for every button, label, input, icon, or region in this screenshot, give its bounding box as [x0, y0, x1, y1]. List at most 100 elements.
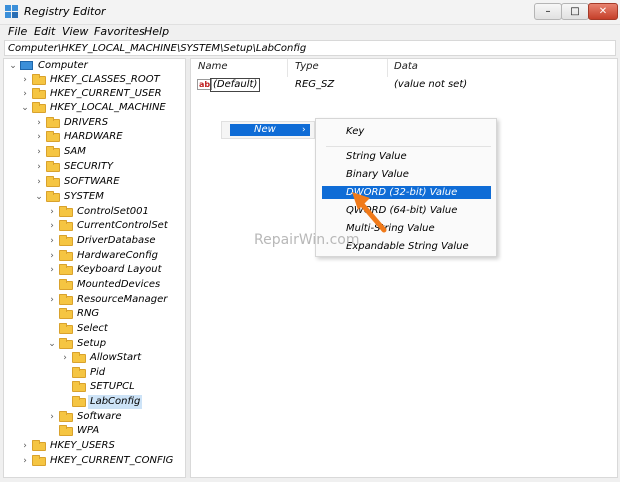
- maximize-button[interactable]: □: [561, 3, 589, 20]
- address-bar[interactable]: Computer\HKEY_LOCAL_MACHINE\SYSTEM\Setup…: [4, 40, 616, 56]
- folder-icon: [59, 338, 73, 349]
- chevron-down-icon[interactable]: ⌄: [8, 59, 18, 73]
- folder-icon: [59, 220, 73, 231]
- chevron-right-icon[interactable]: ›: [34, 116, 44, 130]
- folder-icon: [32, 74, 46, 85]
- menu-favorites[interactable]: Favorites: [94, 24, 145, 40]
- chevron-right-icon[interactable]: ›: [34, 145, 44, 159]
- tree-node-label: ControlSet001: [77, 206, 149, 217]
- menu-bar: File Edit View Favorites Help: [0, 24, 620, 40]
- tree-node-label: SECURITY: [64, 161, 114, 172]
- context-menu-new-label: New: [254, 124, 276, 135]
- folder-icon: [59, 425, 73, 436]
- computer-icon: [20, 61, 33, 70]
- submenu-item-string-value[interactable]: String Value: [346, 150, 407, 163]
- tree-node-label: HKEY_CURRENT_USER: [50, 88, 162, 99]
- folder-icon: [59, 264, 73, 275]
- tree-node-label: SYSTEM: [64, 191, 104, 202]
- tree-node-label: SETUPCL: [90, 381, 135, 392]
- folder-icon: [46, 176, 60, 187]
- column-header-data[interactable]: Data: [394, 61, 418, 72]
- tree-node-label: DriverDatabase: [77, 235, 156, 246]
- folder-icon: [72, 381, 86, 392]
- folder-icon: [32, 88, 46, 99]
- menu-view[interactable]: View: [62, 24, 88, 40]
- folder-icon: [72, 352, 86, 363]
- menu-file[interactable]: File: [8, 24, 27, 40]
- tree-node-label: DRIVERS: [64, 117, 109, 128]
- tree-node-label: AllowStart: [90, 352, 142, 363]
- chevron-right-icon[interactable]: ›: [47, 249, 57, 263]
- tree-node-label: CurrentControlSet: [77, 220, 168, 231]
- submenu-item-binary-value[interactable]: Binary Value: [346, 168, 409, 181]
- tree-node-label: HARDWARE: [64, 131, 123, 142]
- value-name-default[interactable]: (Default): [210, 78, 261, 92]
- close-icon: ✕: [598, 6, 608, 17]
- folder-icon: [46, 146, 60, 157]
- chevron-right-icon[interactable]: ›: [47, 263, 57, 277]
- chevron-right-icon[interactable]: ›: [47, 219, 57, 233]
- folder-icon: [72, 396, 86, 407]
- chevron-right-icon[interactable]: ›: [34, 175, 44, 189]
- tree-node-label: HKEY_LOCAL_MACHINE: [50, 102, 166, 113]
- menu-edit[interactable]: Edit: [34, 24, 55, 40]
- column-header-name[interactable]: Name: [198, 61, 228, 72]
- chevron-right-icon[interactable]: ›: [34, 160, 44, 174]
- chevron-right-icon[interactable]: ›: [20, 439, 30, 453]
- submenu-item-key[interactable]: Key: [346, 125, 364, 138]
- chevron-right-icon[interactable]: ›: [34, 130, 44, 144]
- chevron-right-icon[interactable]: ›: [20, 454, 30, 468]
- folder-icon: [46, 117, 60, 128]
- folder-icon: [59, 279, 73, 290]
- folder-icon: [59, 250, 73, 261]
- column-divider[interactable]: [287, 59, 288, 77]
- window-title: Registry Editor: [24, 5, 106, 18]
- folder-icon: [32, 440, 46, 451]
- chevron-right-icon[interactable]: ›: [60, 351, 70, 365]
- tree-node-label: Computer: [38, 60, 88, 71]
- pointer-arrow-icon: [352, 192, 387, 233]
- tree-node-label: SAM: [64, 146, 86, 157]
- context-menu: New ›: [221, 121, 315, 139]
- folder-icon: [46, 131, 60, 142]
- chevron-right-icon[interactable]: ›: [20, 87, 30, 101]
- tree-node-label: LabConfig: [88, 395, 143, 409]
- folder-icon: [59, 206, 73, 217]
- close-button[interactable]: ✕: [588, 3, 618, 20]
- minimize-icon: –: [545, 6, 551, 17]
- chevron-right-icon: ›: [302, 125, 306, 135]
- chevron-right-icon[interactable]: ›: [47, 234, 57, 248]
- folder-icon: [59, 323, 73, 334]
- column-header-type[interactable]: Type: [295, 61, 319, 72]
- tree-node-label: SOFTWARE: [64, 176, 120, 187]
- tree-node-label: MountedDevices: [77, 279, 161, 290]
- chevron-right-icon[interactable]: ›: [47, 293, 57, 307]
- tree-node-label: HardwareConfig: [77, 250, 158, 261]
- chevron-down-icon[interactable]: ⌄: [47, 337, 57, 351]
- tree-node-label: WPA: [77, 425, 100, 436]
- folder-icon: [59, 294, 73, 305]
- minimize-button[interactable]: –: [534, 3, 562, 20]
- tree-pane[interactable]: ⌄ Computer › HKEY_CLASSES_ROOT › HKEY_CURR…: [3, 58, 186, 478]
- column-divider[interactable]: [387, 59, 388, 77]
- tree-node-label: Select: [77, 323, 108, 334]
- folder-icon: [32, 102, 46, 113]
- maximize-icon: □: [570, 6, 580, 17]
- tree-node-label: HKEY_CLASSES_ROOT: [50, 74, 160, 85]
- chevron-right-icon[interactable]: ›: [47, 410, 57, 424]
- menu-help[interactable]: Help: [144, 24, 169, 40]
- chevron-down-icon[interactable]: ⌄: [20, 101, 30, 115]
- folder-icon: [59, 411, 73, 422]
- tree-node-label: RNG: [77, 308, 100, 319]
- watermark-text: RepairWin.com: [254, 232, 360, 248]
- submenu-item-expandable-string-value[interactable]: Expandable String Value: [346, 240, 469, 253]
- tree-node-label: Software: [77, 411, 122, 422]
- chevron-right-icon[interactable]: ›: [47, 205, 57, 219]
- tree-node-label: Pid: [90, 367, 106, 378]
- chevron-right-icon[interactable]: ›: [20, 73, 30, 87]
- submenu-separator: [326, 146, 491, 147]
- folder-icon: [59, 308, 73, 319]
- folder-icon: [59, 235, 73, 246]
- tree-node-label: Keyboard Layout: [77, 264, 162, 275]
- chevron-down-icon[interactable]: ⌄: [34, 190, 44, 204]
